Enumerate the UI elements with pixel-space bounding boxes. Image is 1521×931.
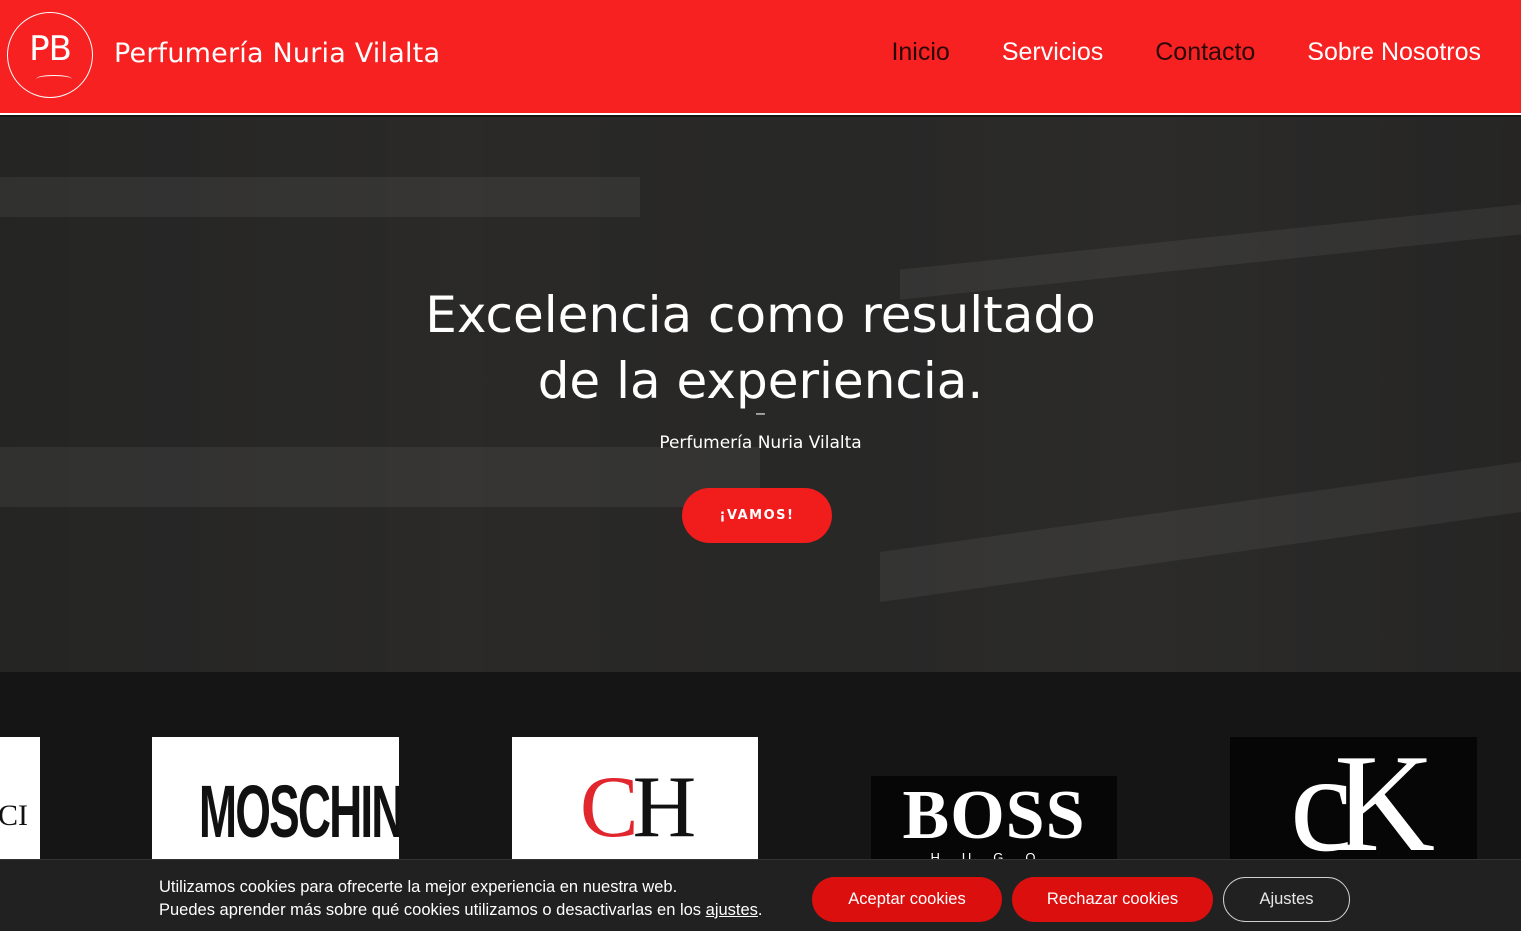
cookie-banner: Utilizamos cookies para ofrecerte la mej… [0, 859, 1521, 931]
hero-bg-shelf [0, 177, 640, 217]
hero-dash: – [756, 405, 765, 422]
moschino-logo[interactable]: MOSCHINO [152, 737, 399, 862]
gucci-logo[interactable]: CI [0, 737, 40, 862]
nav-item-contacto[interactable]: Contacto [1155, 38, 1255, 67]
nav-item-sobre-nosotros[interactable]: Sobre Nosotros [1307, 38, 1481, 67]
cookie-settings-button[interactable]: Ajustes [1223, 877, 1350, 922]
cookie-message-line2: Puedes aprender más sobre qué cookies ut… [159, 901, 706, 919]
site-header: PB Perfumería Nuria Vilalta Inicio Servi… [0, 0, 1521, 115]
ch-logo-text: CH [512, 757, 758, 858]
ch-logo-c: C [579, 759, 639, 856]
ch-logo-h: H [632, 759, 697, 856]
hero-bg-shelf [0, 447, 760, 507]
hero-section: Excelencia como resultado de la experien… [0, 117, 1521, 672]
reject-cookies-button[interactable]: Rechazar cookies [1012, 877, 1213, 922]
nav-item-inicio[interactable]: Inicio [891, 38, 949, 67]
ck-logo[interactable]: cK [1230, 737, 1477, 862]
vamos-button[interactable]: ¡VAMOS! [682, 488, 832, 543]
ck-logo-text: cK [1289, 737, 1435, 862]
cookie-settings-link[interactable]: ajustes [706, 901, 758, 919]
accept-cookies-button[interactable]: Aceptar cookies [812, 877, 1002, 922]
boss-logo[interactable]: BOSS HUGO BOSS [871, 776, 1117, 862]
hero-title: Excelencia como resultado de la experien… [0, 282, 1521, 414]
logo-icon[interactable]: PB [7, 12, 93, 98]
cookie-message-period: . [757, 901, 763, 919]
site-name[interactable]: Perfumería Nuria Vilalta [114, 38, 440, 69]
main-nav: Inicio Servicios Contacto Sobre Nosotros [891, 38, 1481, 67]
cookie-message: Utilizamos cookies para ofrecerte la mej… [159, 876, 763, 922]
hero-title-line1: Excelencia como resultado [425, 286, 1096, 344]
hero-bg-shelf [880, 461, 1521, 603]
cookie-message-line1: Utilizamos cookies para ofrecerte la mej… [159, 878, 678, 896]
logo-swoosh [36, 75, 72, 83]
ch-logo[interactable]: CH [512, 737, 758, 862]
gucci-logo-text: CI [0, 799, 28, 832]
logo-text: PB [29, 29, 72, 69]
moschino-logo-text: MOSCHINO [198, 770, 399, 853]
nav-item-servicios[interactable]: Servicios [1002, 38, 1103, 67]
hero-title-line2: de la experiencia. [537, 352, 984, 410]
boss-logo-text: BOSS [902, 777, 1086, 854]
hero-subtitle: Perfumería Nuria Vilalta [659, 433, 862, 453]
